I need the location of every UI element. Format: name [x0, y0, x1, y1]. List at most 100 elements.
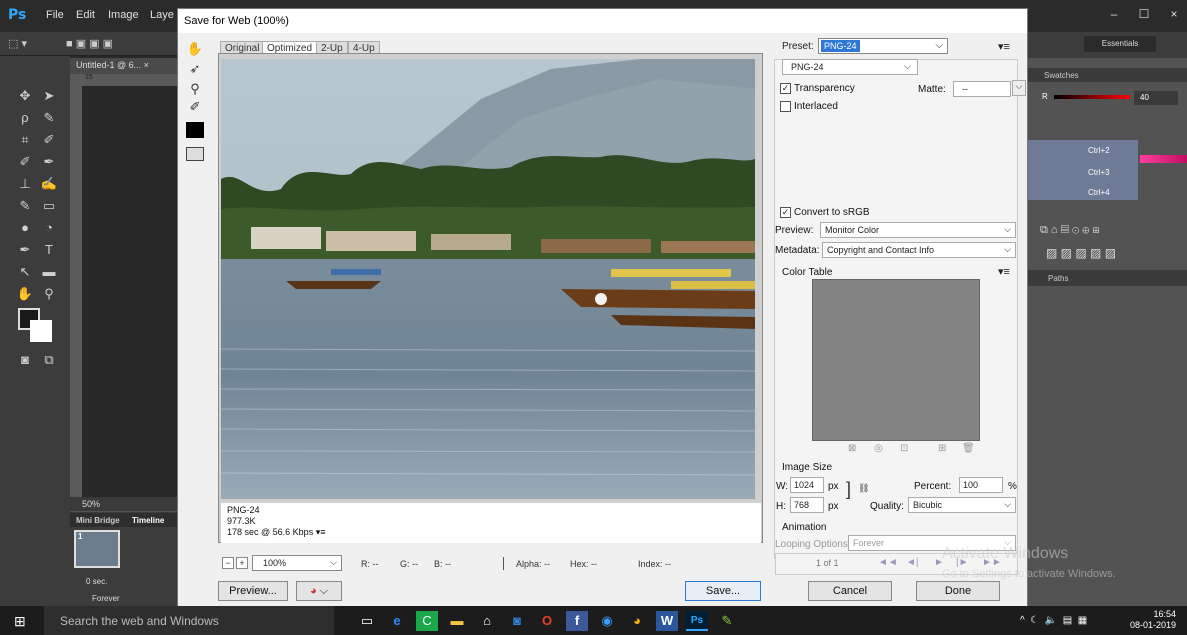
browser-preview-button[interactable]: ◕ ⌵	[296, 581, 342, 601]
word-icon[interactable]: W	[656, 611, 678, 631]
timeline-frame[interactable]: 1	[74, 530, 120, 568]
history-brush-icon[interactable]: ✍	[38, 174, 60, 194]
map-color-icon[interactable]: ⊠	[848, 443, 856, 454]
taskbar-clock[interactable]: 16:54 08-01-2019	[1130, 609, 1176, 631]
optimized-preview-image[interactable]	[221, 59, 755, 499]
lock-color-icon[interactable]: ⊡	[900, 443, 908, 454]
eyedropper-tool-icon[interactable]: ✐	[182, 97, 208, 117]
file-explorer-icon[interactable]: ▬	[446, 611, 468, 631]
tab-paths[interactable]: Paths	[1048, 274, 1068, 283]
zoom-icon[interactable]: ⚲	[38, 284, 60, 304]
camtasia-icon[interactable]: C	[416, 611, 438, 631]
toggle-slices-icon[interactable]	[186, 147, 204, 161]
stamp-icon[interactable]: ⊥	[14, 174, 36, 194]
path-select-icon[interactable]: ↖	[14, 262, 36, 282]
store-icon[interactable]: ⌂	[476, 611, 498, 631]
media-player-icon[interactable]: ◙	[506, 611, 528, 631]
save-button[interactable]: Save...	[685, 581, 761, 601]
zoom-tool-icon[interactable]: ⚲	[182, 79, 208, 99]
document-zoom[interactable]: 50%	[70, 497, 178, 511]
hand-icon[interactable]: ✋	[14, 284, 36, 304]
pen-icon[interactable]: ✒	[14, 240, 36, 260]
menu-image[interactable]: Image	[108, 9, 139, 21]
crop-icon[interactable]: ⌗	[14, 130, 36, 150]
preset-select[interactable]: PNG-24 ⌵	[818, 38, 948, 54]
tab-timeline[interactable]: Timeline	[132, 516, 164, 525]
arrow-tool-icon[interactable]: ➤	[38, 86, 60, 106]
eraser-icon[interactable]: ✎	[14, 196, 36, 216]
prev-frame-icon[interactable]: ◄|	[906, 557, 919, 568]
hand-tool-icon[interactable]: ✋	[182, 39, 208, 59]
minimize-button[interactable]: –	[1097, 4, 1131, 24]
healing-icon[interactable]: ✐	[14, 152, 36, 172]
opera-icon[interactable]: O	[536, 611, 558, 631]
metadata-select[interactable]: Copyright and Contact Info ⌵	[822, 242, 1016, 258]
messenger-icon[interactable]: ◉	[596, 611, 618, 631]
paint-icon[interactable]: ✎	[716, 611, 738, 631]
maximize-button[interactable]: ☐	[1127, 4, 1161, 24]
preview-color-select[interactable]: Monitor Color ⌵	[820, 222, 1016, 238]
shift-web-icon[interactable]: ◎	[874, 443, 883, 454]
move-tool-icon[interactable]: ✥	[14, 86, 36, 106]
interlaced-checkbox[interactable]	[780, 101, 791, 112]
task-view-icon[interactable]: ▭	[356, 611, 378, 631]
lasso-icon[interactable]: ρ	[14, 108, 36, 128]
loop-option[interactable]: Forever	[92, 594, 120, 603]
type-tool-icon[interactable]: T	[38, 240, 60, 260]
transparency-checkbox[interactable]: ✓	[780, 83, 791, 94]
color-table[interactable]	[812, 279, 980, 441]
menu-layer[interactable]: Laye	[150, 9, 174, 21]
quick-mask-icon[interactable]: ◙	[14, 350, 36, 370]
preset-menu-icon[interactable]: ▾≡	[998, 40, 1010, 53]
selection-mode-icon[interactable]: ■ ▣ ▣ ▣	[66, 37, 113, 50]
height-input[interactable]: 768	[790, 497, 824, 513]
brush-icon[interactable]: ✒	[38, 152, 60, 172]
document-tab[interactable]: Untitled-1 @ 6... ×	[70, 58, 178, 74]
cancel-button[interactable]: Cancel	[808, 581, 892, 601]
menu-edit[interactable]: Edit	[76, 9, 95, 21]
layer-panel-icons[interactable]: ⧉ ⌂ ▤ ⊙ ⊕ ⊞	[1040, 224, 1100, 237]
zoom-level-select[interactable]: 100% ⌵	[252, 555, 342, 571]
quality-select[interactable]: Bicubic ⌵	[908, 497, 1016, 513]
red-slider[interactable]	[1054, 95, 1130, 99]
tab-swatches[interactable]: Swatches	[1044, 71, 1079, 80]
file-format-select[interactable]: PNG-24 ⌵	[782, 59, 918, 75]
shape-icon[interactable]: ▬	[38, 262, 60, 282]
taskbar-search[interactable]: Search the web and Windows	[44, 606, 334, 635]
tab-mini-bridge[interactable]: Mini Bridge	[76, 516, 120, 525]
facebook-icon[interactable]: f	[566, 611, 588, 631]
new-color-icon[interactable]: ⊞	[938, 443, 946, 454]
convert-srgb-checkbox[interactable]: ✓	[780, 207, 791, 218]
blur-icon[interactable]: ●	[14, 218, 36, 238]
photoshop-taskbar-icon[interactable]: Ps	[686, 611, 708, 631]
slice-select-icon[interactable]: ➶	[182, 59, 208, 79]
system-tray-icons[interactable]: ^ ☾ 🔈 ▤ ▦	[1020, 615, 1087, 626]
dodge-icon[interactable]: ◔	[38, 218, 60, 238]
chain-icon[interactable]: ⛓	[858, 483, 869, 494]
matte-select[interactable]: -- ⌵	[953, 80, 1026, 97]
magic-wand-icon[interactable]: ✎	[38, 108, 60, 128]
close-button[interactable]: ×	[1157, 4, 1187, 24]
gradient-icon[interactable]: ▭	[38, 196, 60, 216]
frame-delay[interactable]: 0 sec.	[86, 577, 107, 586]
zoom-in-button[interactable]: +	[236, 557, 248, 569]
chrome-icon[interactable]: ◕	[626, 611, 648, 631]
zoom-out-button[interactable]: −	[222, 557, 234, 569]
background-color-swatch[interactable]	[30, 320, 52, 342]
link-dimensions-icon[interactable]: ]	[846, 479, 851, 500]
first-frame-icon[interactable]: ◄◄	[878, 557, 898, 568]
eyedropper-icon[interactable]: ✐	[38, 130, 60, 150]
done-button[interactable]: Done	[916, 581, 1000, 601]
color-ramp[interactable]	[1140, 155, 1187, 163]
menu-file[interactable]: File	[46, 9, 64, 21]
screen-mode-icon[interactable]: ⧉	[38, 350, 60, 370]
red-value[interactable]: 40	[1134, 91, 1178, 105]
percent-input[interactable]: 100	[959, 477, 1003, 493]
edge-browser-icon[interactable]: e	[386, 611, 408, 631]
adjustment-icons[interactable]: ▨ ▨ ▨ ▨ ▨	[1046, 246, 1116, 260]
info-menu-icon[interactable]: ▾≡	[316, 527, 326, 537]
preview-button[interactable]: Preview...	[218, 581, 288, 601]
workspace-essentials[interactable]: Essentials	[1084, 36, 1156, 52]
windows-start-icon[interactable]: ⊞	[14, 613, 26, 630]
eyedropper-color-swatch[interactable]	[186, 122, 204, 138]
